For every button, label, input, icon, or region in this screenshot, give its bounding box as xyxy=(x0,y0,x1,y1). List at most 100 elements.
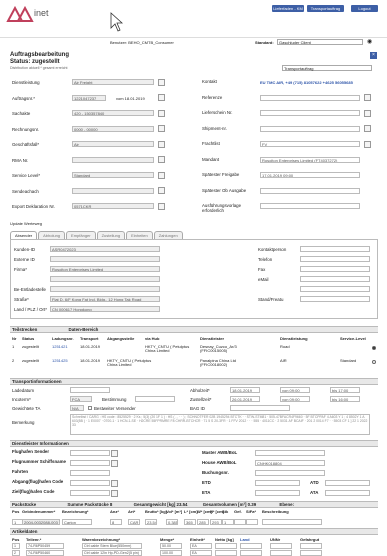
tab-5[interactable]: Zahlungen xyxy=(153,231,183,239)
service-right-field[interactable]: CNHK018804 xyxy=(255,460,325,466)
left-field-label[interactable]: Auftragsnr.* xyxy=(12,96,35,101)
sender-field[interactable]: Rosoiton Enterprises Limited xyxy=(50,266,160,272)
article-cell-einheit[interactable]: EA xyxy=(190,543,212,549)
field-lookup-icon[interactable] xyxy=(158,78,165,86)
tab-2[interactable]: Empfänger xyxy=(66,231,96,239)
package-cell-h[interactable]: 293 xyxy=(210,519,222,525)
bemerkung-textarea[interactable]: Schreibst / CARG : HS code : 8525529 · 2… xyxy=(70,414,370,435)
abholzeit-date[interactable]: 18.01.2019 xyxy=(230,387,260,393)
article-cell-gef[interactable] xyxy=(300,543,322,549)
article-cell-un[interactable] xyxy=(270,550,292,556)
article-cell-einheit[interactable]: EA xyxy=(190,550,212,556)
sender-field[interactable]: Flat D, 6/F Kong Fat Ind. Bldg., 12 Hong… xyxy=(50,296,160,302)
abholzeit-von[interactable]: von 09:00 xyxy=(280,387,310,393)
service-right-field[interactable] xyxy=(255,480,300,486)
article-cell-un[interactable] xyxy=(270,543,292,549)
sender-field[interactable]: CN 000617 Hongkong xyxy=(50,306,160,312)
article-cell-netto[interactable] xyxy=(215,550,237,556)
left-field-label[interactable]: RMA Nr. xyxy=(12,158,28,163)
bestimmung-field[interactable] xyxy=(135,396,175,402)
package-cell-sifa[interactable] xyxy=(246,519,258,525)
sender-field[interactable] xyxy=(50,276,160,282)
field-lookup-icon[interactable] xyxy=(158,156,165,163)
segment-radio[interactable] xyxy=(372,346,376,350)
service-left-field[interactable] xyxy=(70,450,110,456)
article-cell-gef[interactable] xyxy=(300,550,322,556)
right-field-input[interactable]: FV xyxy=(260,141,360,147)
left-field-input[interactable]: Air Freight xyxy=(72,79,154,85)
article-cell-bez[interactable]: Ctrl cable Stern Blue(550mm) xyxy=(82,543,142,549)
service-right-field[interactable] xyxy=(255,450,325,456)
article-cell-land[interactable] xyxy=(240,550,262,556)
package-cell-bez[interactable]: Carton xyxy=(62,519,92,525)
service-left-field[interactable] xyxy=(70,460,110,466)
ladedatum-field[interactable] xyxy=(70,387,110,393)
segment-cell-lad[interactable]: 1251425 xyxy=(52,358,80,363)
field-lookup-icon[interactable] xyxy=(158,202,165,210)
zustellzeit-date[interactable]: 26.01.2019 xyxy=(230,396,260,402)
package-cell-anz[interactable]: 8 xyxy=(110,519,122,525)
article-cell-pos[interactable]: 2 xyxy=(12,550,20,556)
close-icon[interactable]: × xyxy=(370,52,377,59)
package-cell-desc[interactable] xyxy=(262,519,322,525)
left-field-input[interactable]: Air xyxy=(72,141,154,147)
field-lookup-icon[interactable] xyxy=(111,449,118,457)
service-left-field[interactable] xyxy=(70,470,110,476)
left-field-input[interactable] xyxy=(72,187,154,194)
field-lookup-icon[interactable] xyxy=(111,459,118,467)
sender-contact-field[interactable] xyxy=(300,286,370,292)
tab-3[interactable]: Zustellung xyxy=(96,231,126,239)
article-cell-land[interactable] xyxy=(240,543,262,549)
article-cell-menge[interactable]: 100.00 xyxy=(160,550,182,556)
left-field-label[interactable]: Geschäftsfall* xyxy=(12,142,39,147)
package-cell-stk[interactable]: 1 xyxy=(222,519,234,525)
package-cell-l[interactable]: 365 xyxy=(184,519,196,525)
logout-button[interactable]: Logout xyxy=(351,5,378,12)
article-cell-nr[interactable]: 74-R6P50460 xyxy=(26,550,64,556)
sender-field[interactable]: ASR0472023 xyxy=(50,246,160,252)
left-field-input[interactable]: 0000 - 00000 xyxy=(72,125,154,132)
field-lookup-icon[interactable] xyxy=(364,140,371,148)
tab-1[interactable]: Abholung xyxy=(38,231,66,239)
service-right-field[interactable] xyxy=(255,490,300,496)
right-field-input[interactable]: Rosoiton Enterprises Limited (FT4037272) xyxy=(260,156,360,163)
abholzeit-bis[interactable]: bis 17:00 xyxy=(330,387,360,393)
zustellzeit-von[interactable]: von 09:00 xyxy=(280,396,310,402)
tab-4[interactable]: Einheiten xyxy=(126,231,153,239)
sender-contact-field[interactable] xyxy=(300,276,370,282)
left-field-input[interactable]: 420 - 150357840 xyxy=(72,110,154,116)
left-field-label[interactable]: Rechnungsnr. xyxy=(12,127,39,132)
field-lookup-icon[interactable] xyxy=(111,489,118,497)
service-left-field[interactable] xyxy=(70,480,110,486)
service-left-field[interactable] xyxy=(70,490,110,496)
package-cell-gef[interactable] xyxy=(234,519,246,525)
left-field-label[interactable]: Dienstleistung xyxy=(12,80,40,85)
field-lookup-icon[interactable] xyxy=(111,479,118,487)
sender-contact-field[interactable] xyxy=(300,246,370,252)
atd-field[interactable] xyxy=(325,480,370,486)
zustellzeit-bis[interactable]: bis 16:00 xyxy=(330,396,360,402)
field-lookup-icon[interactable] xyxy=(364,94,371,101)
lieferfaden-button[interactable]: Lieferfaden - KM xyxy=(272,5,304,12)
field-lookup-icon[interactable] xyxy=(364,109,371,117)
article-cell-nr[interactable]: 74-R6P50459 xyxy=(26,543,64,549)
field-lookup-icon[interactable] xyxy=(158,187,165,194)
service-right-field[interactable] xyxy=(255,470,325,476)
segment-cell-lad[interactable]: 1251421 xyxy=(52,344,80,349)
left-field-input[interactable]: 0571CKR xyxy=(72,203,154,209)
sender-field[interactable] xyxy=(50,286,160,292)
left-field-input[interactable]: 1221047237 xyxy=(72,94,106,101)
left-field-label[interactable]: Export Deklaration Nr. xyxy=(12,204,55,209)
bag-field[interactable] xyxy=(230,405,290,411)
field-lookup-icon[interactable] xyxy=(158,94,165,101)
view-select[interactable]: Transportauftrag xyxy=(282,65,372,71)
right-field-input[interactable]: 17.01.2019 09:00 xyxy=(260,172,360,178)
field-lookup-icon[interactable] xyxy=(158,125,165,132)
left-field-input[interactable] xyxy=(72,156,154,163)
right-field-input[interactable] xyxy=(260,110,360,116)
package-cell-kg[interactable]: 23.54 xyxy=(145,519,157,525)
left-field-label[interactable]: Sendeachach xyxy=(12,189,39,194)
tab-0[interactable]: Absender xyxy=(10,231,38,239)
article-cell-menge[interactable]: 50.00 xyxy=(160,543,182,549)
left-field-input[interactable]: Standard xyxy=(72,172,154,178)
